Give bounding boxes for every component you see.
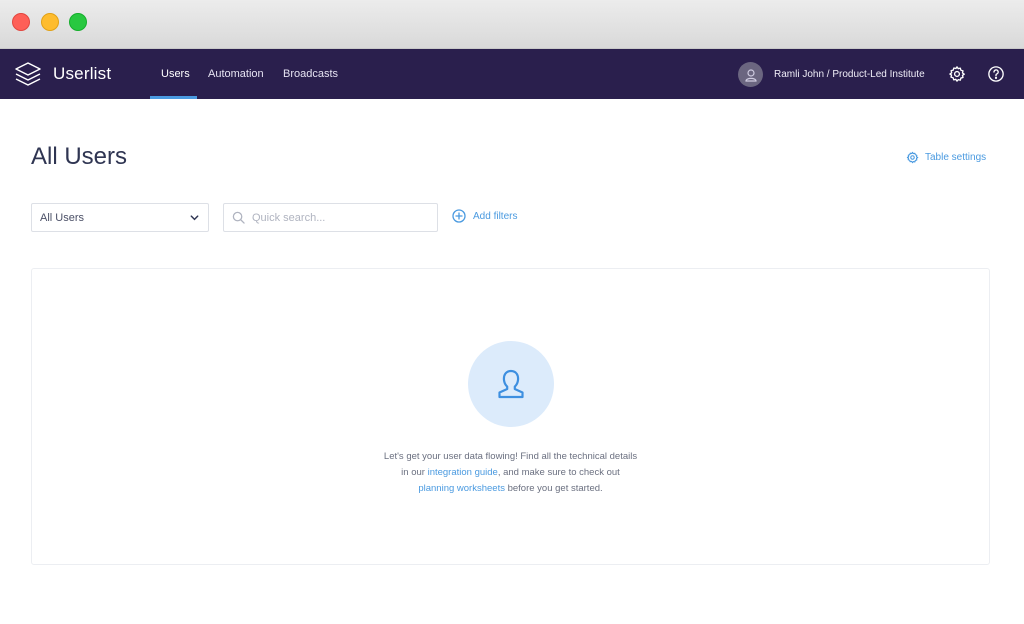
help-icon[interactable] xyxy=(987,65,1005,83)
empty-state-text: in our xyxy=(401,467,428,478)
add-filters-button[interactable]: Add filters xyxy=(452,209,517,223)
planning-worksheets-link[interactable]: planning worksheets xyxy=(418,483,505,494)
tab-automation[interactable]: Automation xyxy=(208,68,264,80)
gear-icon[interactable] xyxy=(948,65,966,83)
empty-state-text: , and make sure to check out xyxy=(497,467,620,478)
table-settings-link[interactable]: Table settings xyxy=(906,151,986,164)
plus-circle-icon xyxy=(452,209,466,223)
layers-logo-icon[interactable] xyxy=(14,60,42,88)
tab-users[interactable]: Users xyxy=(161,68,190,80)
empty-state-message: Let's get your user data flowing! Find a… xyxy=(32,449,989,497)
brand-name[interactable]: Userlist xyxy=(53,64,111,84)
search-input[interactable] xyxy=(252,211,422,224)
page-title: All Users xyxy=(31,143,128,170)
avatar[interactable] xyxy=(738,62,763,87)
empty-state-line-1: Let's get your user data flowing! Find a… xyxy=(383,451,638,462)
window-close-button[interactable] xyxy=(12,13,30,31)
tab-broadcasts[interactable]: Broadcasts xyxy=(283,68,338,80)
user-avatar-icon xyxy=(744,68,757,82)
segment-select-value: All Users xyxy=(40,211,85,224)
top-navbar: Userlist Users Automation Broadcasts Ram… xyxy=(0,49,1024,99)
window-zoom-button[interactable] xyxy=(69,13,87,31)
gear-icon xyxy=(906,151,919,164)
empty-state-text: before you get started. xyxy=(504,483,603,494)
account-switcher[interactable]: Ramli John / Product-Led Institute xyxy=(774,69,925,80)
user-icon xyxy=(498,369,524,399)
search-icon xyxy=(232,211,245,224)
active-tab-indicator xyxy=(150,96,197,99)
segment-select[interactable]: All Users xyxy=(31,203,209,232)
window-minimize-button[interactable] xyxy=(41,13,59,31)
chevron-down-icon xyxy=(190,215,199,221)
empty-state-line-2: in our integration guide, and make sure … xyxy=(32,465,989,481)
window-titlebar xyxy=(0,0,1024,49)
empty-state-illustration xyxy=(468,341,554,427)
integration-guide-link[interactable]: integration guide xyxy=(428,467,498,478)
quick-search[interactable] xyxy=(223,203,438,232)
add-filters-label: Add filters xyxy=(473,210,518,222)
table-settings-label: Table settings xyxy=(925,152,987,163)
users-table-empty-state: Let's get your user data flowing! Find a… xyxy=(31,268,990,565)
empty-state-line-3: planning worksheets before you get start… xyxy=(32,481,989,497)
